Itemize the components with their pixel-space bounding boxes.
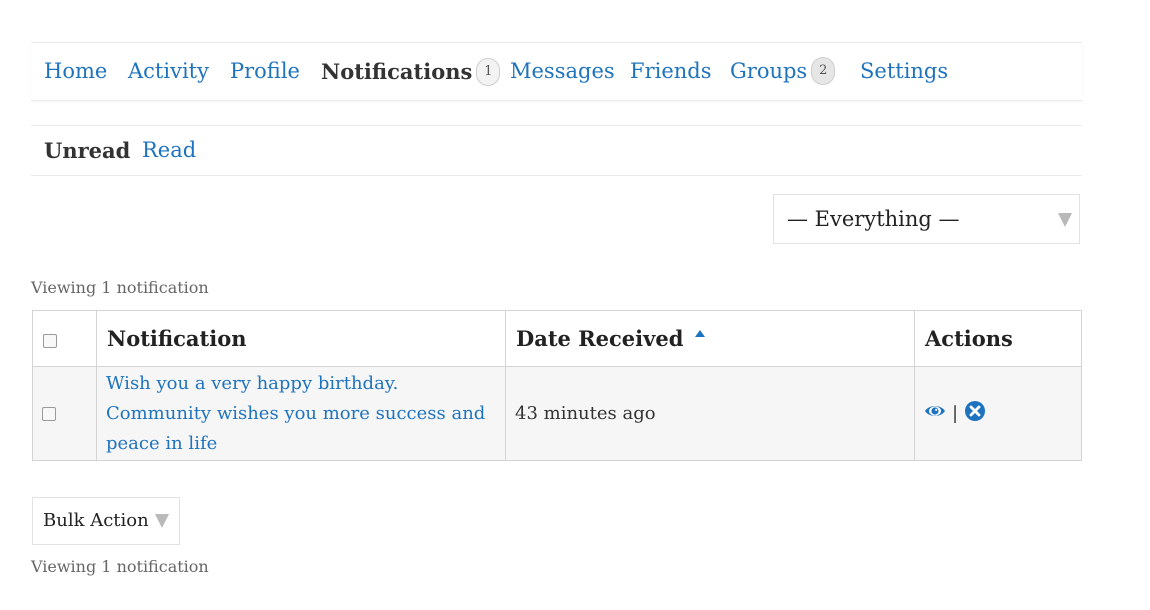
nav-item-messages[interactable]: Messages [510,43,615,100]
column-header-date-received[interactable]: Date Received [505,310,915,367]
table-row: Wish you a very happy birthday. Communit… [32,366,1082,461]
nav-item-settings[interactable]: Settings [860,43,948,100]
notification-cell: Wish you a very happy birthday. Communit… [96,366,506,461]
sort-ascending-icon[interactable] [695,330,706,337]
filter-selected-value: — Everything — [787,207,960,231]
column-header-notification[interactable]: Notification [96,310,506,367]
notifications-count-badge: 1 [476,57,501,86]
row-select-cell [32,366,97,461]
notification-link[interactable]: Wish you a very happy birthday. Communit… [106,373,485,454]
notification-filter-select[interactable]: — Everything — [773,194,1080,244]
chevron-down-icon [1058,213,1072,227]
nav-item-notifications[interactable]: Notifications 1 [321,43,501,100]
nav-item-home[interactable]: Home [44,43,107,100]
select-all-checkbox[interactable] [43,333,57,348]
mark-read-eye-icon[interactable] [924,403,946,424]
delete-x-icon[interactable] [964,400,986,427]
tab-unread[interactable]: Unread [44,126,130,175]
notifications-table: Notification Date Received Actions Wish … [32,310,1082,461]
nav-item-notifications-label: Notifications [321,59,473,84]
row-checkbox[interactable] [42,407,56,421]
nav-item-profile[interactable]: Profile [230,43,300,100]
action-separator: | [952,403,959,424]
pagination-count-top: Viewing 1 notification [31,278,209,297]
actions-cell: | [914,366,1082,461]
groups-count-badge: 2 [811,56,836,85]
secondary-nav: Unread Read [31,125,1082,176]
nav-item-friends[interactable]: Friends [630,43,712,100]
date-received-cell: 43 minutes ago [505,366,915,461]
chevron-down-icon [155,514,169,528]
table-header-row: Notification Date Received Actions [32,310,1082,367]
nav-item-activity[interactable]: Activity [128,43,209,100]
tab-read[interactable]: Read [142,126,196,175]
column-header-actions: Actions [914,310,1082,367]
nav-item-groups-label: Groups [730,59,808,83]
nav-item-groups[interactable]: Groups 2 [730,43,836,100]
column-header-date-label: Date Received [516,326,684,351]
bulk-actions-selected-value: Bulk Actions [43,510,149,531]
bulk-actions-select[interactable]: Bulk Actions [32,497,180,545]
primary-nav: Home Activity Profile Notifications 1 Mes… [31,42,1082,101]
pagination-count-bottom: Viewing 1 notification [31,557,209,576]
select-all-cell [32,310,97,367]
